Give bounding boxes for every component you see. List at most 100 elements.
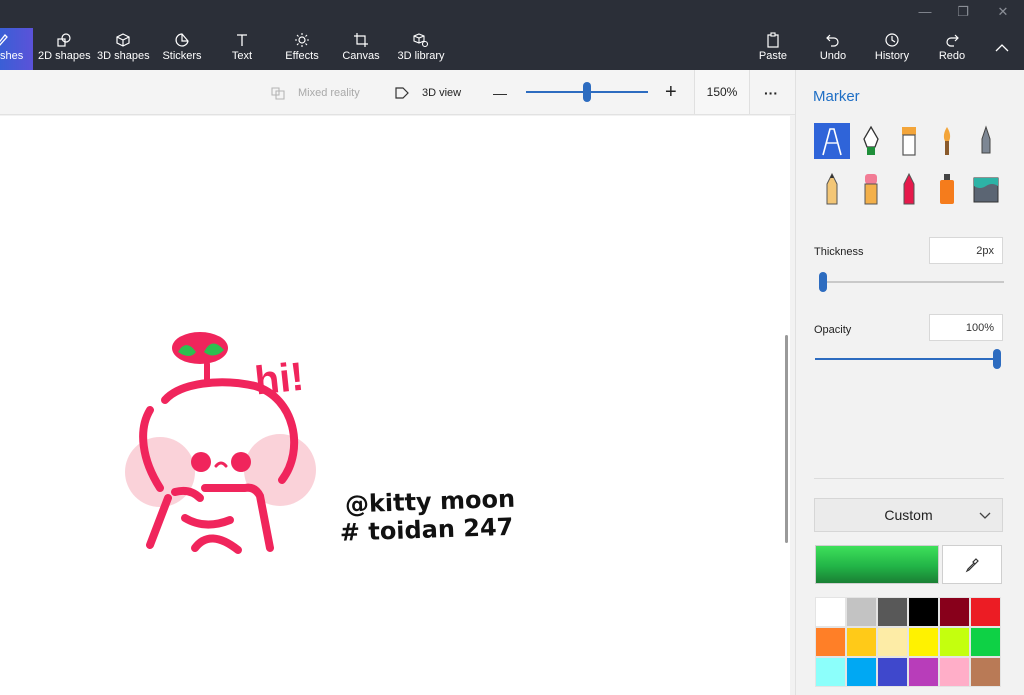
color-mode-label: Custom	[884, 507, 933, 523]
brush-watercolor[interactable]	[929, 123, 965, 159]
redo-icon	[946, 34, 959, 47]
tool-effects[interactable]: Effects	[282, 28, 322, 70]
eyedropper-icon	[965, 557, 979, 572]
opacity-slider-thumb[interactable]	[993, 349, 1001, 369]
color-swatch[interactable]	[846, 597, 877, 627]
mixed-reality-button[interactable]: Mixed reality	[270, 70, 360, 115]
drawing-artwork: hi! @kitty moon # toidan 247	[125, 332, 516, 554]
undo-button[interactable]: Undo	[816, 28, 850, 70]
color-swatch[interactable]	[908, 657, 939, 687]
color-swatch[interactable]	[939, 657, 970, 687]
canvas-icon	[354, 33, 368, 47]
tail	[181, 514, 242, 554]
color-swatch[interactable]	[815, 657, 846, 687]
tool-brushes[interactable]: shes	[0, 28, 33, 70]
brush-calligraphy-pen[interactable]	[853, 123, 889, 159]
brush-panel: Marker Thickness 2px Opacity 100% Custom	[795, 70, 1024, 695]
zoom-in-button[interactable]: +	[665, 70, 677, 115]
minimize-button[interactable]: —	[910, 4, 940, 19]
brush-pixel-pen[interactable]	[968, 123, 1004, 159]
drawing-canvas[interactable]: hi! @kitty moon # toidan 247	[0, 116, 790, 695]
history-button[interactable]: History	[872, 28, 912, 70]
panel-divider	[814, 478, 1004, 479]
tool-2d-shapes[interactable]: 2D shapes	[38, 28, 91, 70]
action-label: Paste	[758, 50, 788, 62]
close-button[interactable]: ✕	[988, 4, 1018, 20]
watercolor-icon	[943, 127, 951, 155]
tool-text[interactable]: Text	[224, 28, 260, 70]
brush-crayon[interactable]	[891, 171, 927, 207]
brush-oil[interactable]	[891, 123, 927, 159]
opacity-slider-track[interactable]	[815, 358, 1001, 360]
3d-view-button[interactable]: 3D view	[394, 70, 461, 115]
brush-eraser[interactable]	[853, 171, 889, 207]
text-icon	[237, 34, 247, 46]
tool-label: Stickers	[162, 50, 202, 62]
thickness-slider-track[interactable]	[819, 281, 1004, 283]
pencil-icon	[826, 172, 838, 205]
tool-label: 3D shapes	[97, 50, 150, 62]
color-swatch[interactable]	[970, 627, 1001, 657]
ribbon: — ❐ ✕ shes 2D shapes 3D shapes Stickers …	[0, 0, 1024, 70]
tool-3d-shapes[interactable]: 3D shapes	[97, 28, 150, 70]
spray-can-icon	[940, 174, 954, 204]
marker-icon	[822, 128, 842, 156]
undo-icon	[826, 34, 839, 47]
paste-button[interactable]: Paste	[756, 28, 790, 70]
eyedropper-button[interactable]	[942, 545, 1002, 584]
cheek-right	[244, 434, 316, 506]
zoom-level[interactable]: 150%	[694, 70, 750, 114]
tool-3d-library[interactable]: 3D library	[396, 28, 446, 70]
color-swatch[interactable]	[877, 597, 908, 627]
canvas-scrollbar[interactable]	[785, 335, 788, 543]
tool-canvas[interactable]: Canvas	[342, 28, 380, 70]
color-swatch[interactable]	[908, 627, 939, 657]
oil-brush-icon	[902, 127, 916, 156]
color-swatch[interactable]	[908, 597, 939, 627]
fill-icon	[973, 177, 999, 203]
paste-icon	[767, 32, 779, 48]
restore-button[interactable]: ❐	[948, 4, 978, 20]
color-swatch[interactable]	[939, 627, 970, 657]
eraser-icon	[864, 174, 878, 205]
color-swatch[interactable]	[815, 627, 846, 657]
action-label: History	[874, 50, 910, 62]
opacity-input[interactable]: 100%	[929, 314, 1003, 341]
color-swatch[interactable]	[970, 657, 1001, 687]
history-icon	[885, 33, 899, 47]
brush-fill[interactable]	[968, 171, 1004, 207]
brush-marker[interactable]	[814, 123, 850, 159]
thickness-input[interactable]: 2px	[929, 237, 1003, 264]
collapse-ribbon-button[interactable]	[990, 28, 1014, 70]
color-swatch[interactable]	[877, 657, 908, 687]
action-label: Undo	[819, 50, 847, 62]
bubble-text: hi!	[253, 355, 306, 404]
color-mode-dropdown[interactable]: Custom	[814, 498, 1003, 532]
thickness-slider-thumb[interactable]	[819, 272, 827, 292]
zoom-slider-thumb[interactable]	[583, 82, 591, 102]
color-swatch[interactable]	[846, 657, 877, 687]
color-swatch[interactable]	[877, 627, 908, 657]
redo-button[interactable]: Redo	[936, 28, 968, 70]
color-swatch[interactable]	[815, 597, 846, 627]
handwriting-line-2: # toidan 247	[339, 513, 513, 547]
zoom-out-button[interactable]: —	[493, 70, 507, 115]
tool-stickers[interactable]: Stickers	[160, 28, 204, 70]
effects-icon	[295, 33, 309, 47]
thickness-label: Thickness	[814, 246, 864, 258]
paint-3d-window: — ❐ ✕ shes 2D shapes 3D shapes Stickers …	[0, 0, 1024, 695]
eye-left	[191, 452, 211, 472]
color-swatch[interactable]	[846, 627, 877, 657]
mixed-reality-label: Mixed reality	[298, 86, 360, 99]
panel-title: Marker	[813, 88, 860, 105]
brush-spray-can[interactable]	[929, 171, 965, 207]
pixel-pen-icon	[981, 125, 991, 154]
brush-pencil[interactable]	[814, 171, 850, 207]
color-palette	[815, 597, 1003, 687]
tool-label: Text	[231, 50, 253, 62]
more-options-button[interactable]: ···	[764, 70, 778, 115]
current-color-swatch[interactable]	[815, 545, 939, 584]
sprout	[172, 332, 228, 383]
color-swatch[interactable]	[939, 597, 970, 627]
color-swatch[interactable]	[970, 597, 1001, 627]
